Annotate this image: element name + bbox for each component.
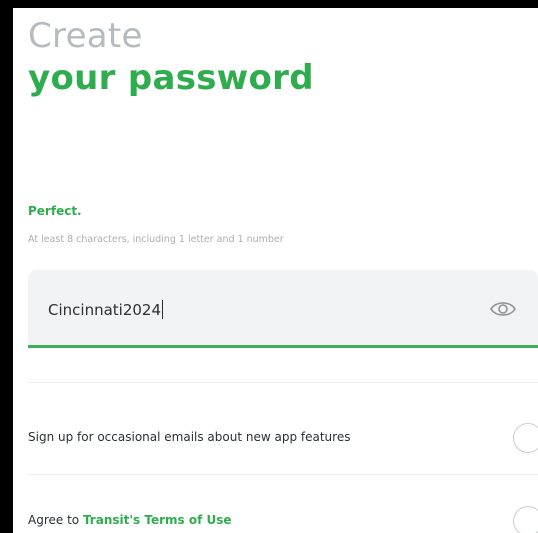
password-text: Cincinnati2024 — [48, 301, 161, 319]
terms-prefix: Agree to — [28, 513, 83, 527]
terms-label: Agree to Transit's Terms of Use — [28, 513, 232, 527]
page-title-line2: your password — [28, 58, 314, 98]
divider — [28, 474, 538, 475]
email-signup-radio[interactable] — [513, 423, 538, 453]
email-signup-option[interactable]: Sign up for occasional emails about new … — [28, 414, 538, 464]
create-password-screen: Create your password Perfect. At least 8… — [13, 8, 538, 533]
password-requirements-hint: At least 8 characters, including 1 lette… — [28, 234, 284, 245]
password-strength-text: Perfect. — [28, 204, 82, 218]
terms-of-use-link[interactable]: Transit's Terms of Use — [83, 513, 232, 527]
terms-radio[interactable] — [513, 506, 538, 533]
email-signup-label: Sign up for occasional emails about new … — [28, 430, 351, 444]
terms-option[interactable]: Agree to Transit's Terms of Use — [28, 497, 538, 533]
text-caret — [162, 300, 163, 319]
password-field[interactable]: Cincinnati2024 — [28, 270, 538, 348]
eye-icon[interactable] — [488, 298, 518, 320]
divider — [28, 382, 538, 383]
password-input-value[interactable]: Cincinnati2024 — [48, 300, 163, 319]
page-title-line1: Create — [28, 16, 143, 56]
